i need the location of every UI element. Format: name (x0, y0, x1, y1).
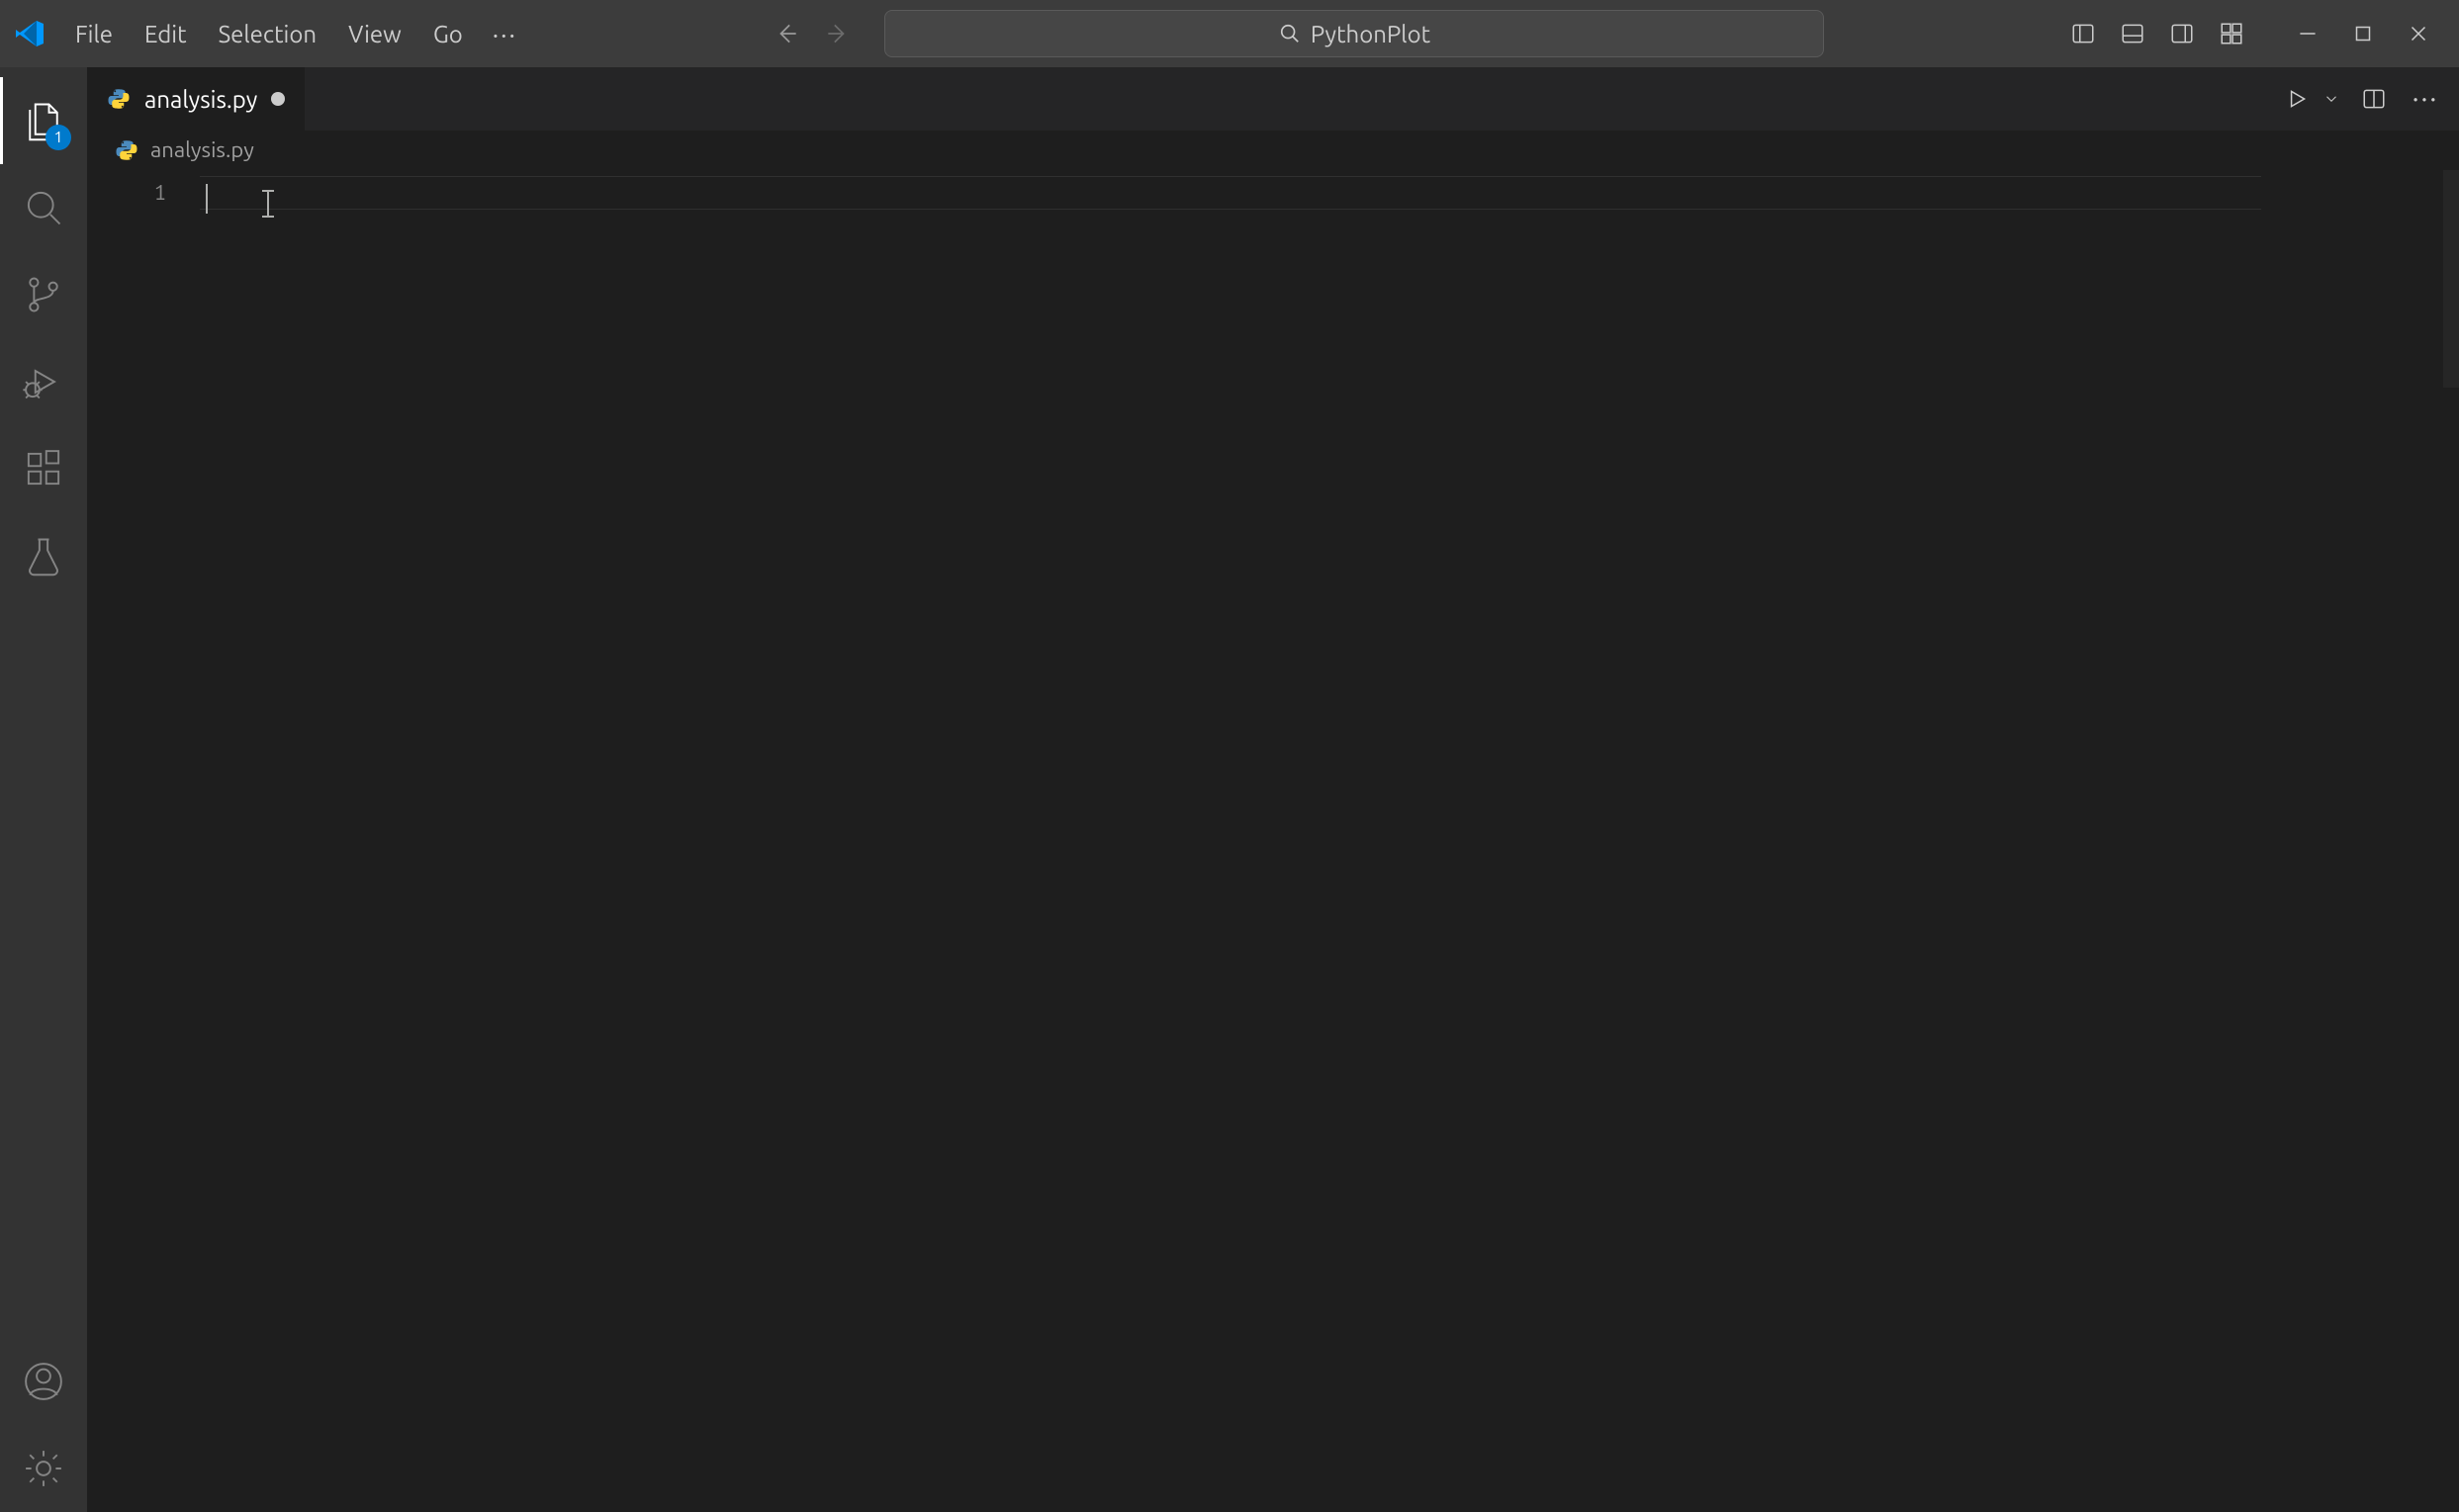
menu-item-view[interactable]: View (332, 0, 417, 67)
arrow-right-icon (824, 21, 850, 46)
python-file-icon (107, 87, 131, 111)
activity-source-control[interactable] (0, 251, 87, 338)
explorer-badge: 1 (46, 125, 71, 150)
extensions-icon (22, 447, 65, 490)
toggle-secondary-sidebar-button[interactable] (2158, 10, 2206, 57)
menu-item-file[interactable]: File (59, 0, 129, 67)
activity-extensions[interactable] (0, 425, 87, 512)
flask-icon (22, 534, 65, 578)
menu-bar: File Edit Selection View Go ··· (59, 0, 531, 67)
editor-actions: ··· (2263, 67, 2459, 131)
nav-forward-button[interactable] (815, 12, 859, 55)
mouse-ibeam-cursor-icon (267, 190, 269, 218)
layout-grid-icon (2219, 21, 2244, 46)
breadcrumb-file: analysis.py (150, 137, 254, 162)
code-line-1 (206, 176, 2459, 210)
split-horizontal-icon (2361, 86, 2387, 112)
window-close-button[interactable] (2392, 10, 2445, 57)
unsaved-indicator-icon (271, 92, 285, 106)
text-caret (206, 184, 208, 214)
panel-left-icon (2070, 21, 2096, 46)
maximize-icon (2350, 21, 2376, 46)
menu-overflow-icon[interactable]: ··· (479, 0, 531, 67)
activity-bar: 1 (0, 67, 87, 1512)
minimize-icon (2295, 21, 2321, 46)
line-number-gutter: 1 (87, 170, 206, 1512)
run-button[interactable] (2275, 77, 2319, 121)
ellipsis-icon: ··· (2413, 85, 2439, 113)
run-dropdown-button[interactable] (2319, 77, 2344, 121)
minimap[interactable] (2443, 170, 2459, 388)
tab-label: analysis.py (144, 86, 257, 113)
activity-search[interactable] (0, 164, 87, 251)
menu-item-edit[interactable]: Edit (129, 0, 203, 67)
window-minimize-button[interactable] (2281, 10, 2334, 57)
vscode-icon (0, 0, 59, 67)
activity-testing[interactable] (0, 512, 87, 599)
gear-icon (22, 1447, 65, 1490)
search-icon (22, 186, 65, 229)
code-content[interactable] (206, 170, 2459, 1512)
toggle-primary-sidebar-button[interactable] (2059, 10, 2107, 57)
editor-more-actions-button[interactable]: ··· (2404, 77, 2447, 121)
line-number: 1 (87, 176, 166, 210)
code-editor[interactable]: 1 (87, 170, 2459, 1512)
title-bar-left: File Edit Selection View Go ··· (0, 0, 531, 67)
panel-bottom-icon (2120, 21, 2145, 46)
main-area: 1 (0, 67, 2459, 1512)
close-icon (2406, 21, 2431, 46)
debug-icon (22, 360, 65, 403)
search-icon (1279, 23, 1301, 44)
split-editor-button[interactable] (2352, 77, 2396, 121)
window-maximize-button[interactable] (2336, 10, 2390, 57)
editor-tab-row: analysis.py ··· (87, 67, 2459, 131)
nav-arrows (766, 12, 859, 55)
panel-right-icon (2169, 21, 2195, 46)
git-branch-icon (22, 273, 65, 316)
tab-analysis-py[interactable]: analysis.py (87, 67, 306, 131)
editor-area: analysis.py ··· (87, 67, 2459, 1512)
menu-item-go[interactable]: Go (417, 0, 479, 67)
activity-accounts[interactable] (0, 1338, 87, 1425)
play-icon (2284, 86, 2310, 112)
activity-run-debug[interactable] (0, 338, 87, 425)
tab-spacer (306, 67, 2263, 131)
activity-settings[interactable] (0, 1425, 87, 1512)
window-controls (2281, 10, 2445, 57)
account-icon (22, 1360, 65, 1403)
breadcrumb-bar[interactable]: analysis.py (87, 131, 2459, 170)
title-bar: File Edit Selection View Go ··· PythonPl… (0, 0, 2459, 67)
python-file-icon (115, 138, 138, 162)
customize-layout-button[interactable] (2208, 10, 2255, 57)
activity-explorer[interactable]: 1 (0, 77, 87, 164)
layout-controls (2059, 10, 2255, 57)
title-bar-center: PythonPlot (531, 10, 2059, 57)
title-bar-right (2059, 10, 2451, 57)
arrow-left-icon (774, 21, 800, 46)
command-center-search[interactable]: PythonPlot (884, 10, 1824, 57)
menu-item-selection[interactable]: Selection (203, 0, 333, 67)
nav-back-button[interactable] (766, 12, 809, 55)
search-text: PythonPlot (1311, 21, 1430, 47)
chevron-down-icon (2322, 90, 2340, 108)
run-split-button[interactable] (2275, 77, 2344, 121)
toggle-panel-button[interactable] (2109, 10, 2156, 57)
